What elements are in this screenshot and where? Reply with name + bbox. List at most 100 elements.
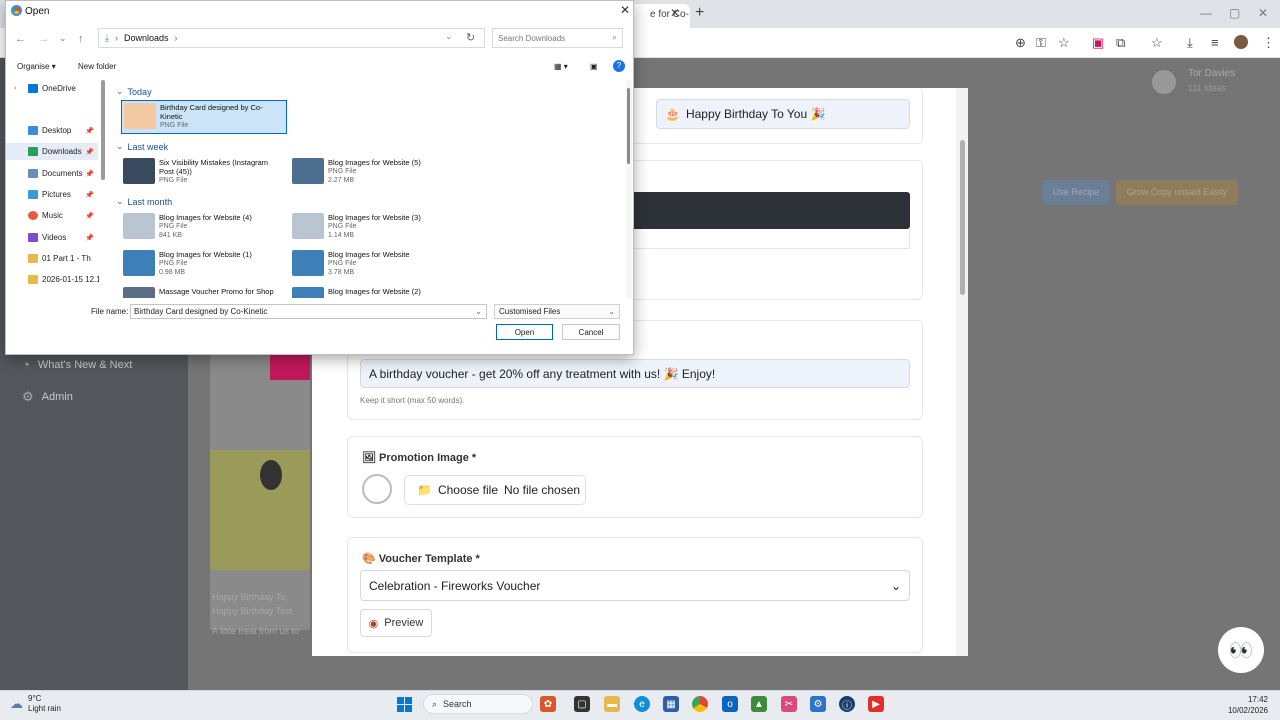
group-header-today[interactable]: ⌄ Today bbox=[116, 86, 152, 97]
app-green-icon[interactable]: ▲ bbox=[751, 696, 767, 712]
organise-menu[interactable]: Organise ▾ bbox=[17, 62, 56, 71]
window-close-button[interactable]: ✕ bbox=[1258, 6, 1268, 20]
file-type-select[interactable]: Customised Files ⌄ bbox=[494, 304, 620, 319]
back-arrow-icon[interactable]: ← bbox=[15, 33, 26, 45]
refresh-icon[interactable]: ↻ bbox=[466, 31, 475, 44]
description-input[interactable]: A birthday voucher - get 20% off any tre… bbox=[360, 359, 910, 388]
taskbar-search-label: Search bbox=[443, 699, 472, 709]
forward-arrow-icon[interactable]: → bbox=[38, 33, 49, 45]
edge-icon[interactable]: e bbox=[634, 696, 650, 712]
maximize-button[interactable]: ▢ bbox=[1229, 6, 1240, 20]
template-select[interactable]: Celebration - Fireworks Voucher ⌄ bbox=[360, 570, 910, 601]
sidebar-item-admin[interactable]: ⚙ Admin bbox=[22, 389, 73, 405]
group-header-last-week[interactable]: ⌄ Last week bbox=[116, 141, 168, 152]
downloads-icon bbox=[28, 147, 38, 156]
password-manager-icon[interactable]: ⓘ bbox=[839, 696, 855, 712]
file-name-input[interactable]: Birthday Card designed by Co-Kinetic ⌄ bbox=[130, 304, 487, 319]
widgets-icon[interactable]: ✿ bbox=[540, 696, 556, 712]
breadcrumb: Downloads bbox=[123, 33, 169, 43]
bookmarks-icon[interactable]: ☆ bbox=[1151, 35, 1163, 51]
file-item[interactable]: Blog Images for Website (4) PNG File 841 K… bbox=[121, 211, 287, 245]
zoom-icon[interactable]: ⊕ bbox=[1015, 35, 1026, 51]
up-arrow-icon[interactable]: ↑ bbox=[78, 33, 84, 45]
help-icon[interactable]: ? bbox=[613, 60, 625, 72]
promo-name-value: Happy Birthday To You 🎉 bbox=[685, 107, 826, 121]
preview-pane-icon[interactable]: ▣ bbox=[590, 62, 598, 71]
file-item[interactable]: Blog Images for Website (2) bbox=[290, 285, 456, 298]
settings-app-icon[interactable]: ⚙ bbox=[810, 696, 826, 712]
windows-start-icon[interactable] bbox=[397, 697, 412, 712]
nav-item-desktop[interactable]: Desktop 📌 bbox=[6, 122, 98, 139]
modal-scrollbar-thumb[interactable] bbox=[960, 140, 965, 295]
file-name: Blog Images for Website (4) bbox=[159, 213, 252, 222]
address-bar[interactable]: ⤓ › Downloads › bbox=[98, 28, 485, 48]
nav-item-music[interactable]: Music 📌 bbox=[6, 207, 98, 224]
download-icon[interactable]: ⤓ bbox=[1187, 35, 1193, 51]
file-item[interactable]: Blog Images for Website (3) PNG File 1.14 … bbox=[290, 211, 456, 245]
file-list-scrollbar-thumb[interactable] bbox=[627, 88, 630, 164]
system-clock[interactable]: 17:42 10/02/2026 bbox=[1200, 694, 1268, 716]
outlook-icon[interactable]: o bbox=[722, 696, 738, 712]
file-item[interactable]: Six Visibility Mistakes (Instagram Post … bbox=[121, 156, 287, 190]
file-name: Blog Images for Website (5) bbox=[328, 158, 421, 167]
file-item[interactable]: Massage Voucher Promo for Shop bbox=[121, 285, 287, 298]
cancel-button[interactable]: Cancel bbox=[562, 324, 620, 340]
choose-file-button[interactable]: 📁 Choose file No file chosen bbox=[404, 475, 586, 505]
nav-item-folder-date[interactable]: 2026-01-15 12.1 bbox=[6, 271, 99, 288]
nav-scrollbar-thumb[interactable] bbox=[101, 80, 105, 180]
nav-item-downloads[interactable]: Downloads 📌 bbox=[6, 143, 98, 160]
nav-label: Documents bbox=[42, 169, 83, 178]
file-item[interactable]: Blog Images for Website (1) PNG File 0.98 … bbox=[121, 248, 287, 282]
task-view-icon[interactable]: ▢ bbox=[574, 696, 590, 712]
extension-badge-icon[interactable]: ▣ bbox=[1092, 35, 1104, 51]
chat-assistant-icon[interactable]: 👀 bbox=[1218, 627, 1264, 673]
chevron-down-icon: ⌄ bbox=[475, 307, 482, 316]
tab-close-icon[interactable]: ✕ bbox=[670, 6, 680, 20]
chrome-taskbar-icon[interactable] bbox=[692, 696, 708, 712]
chevron-down-icon: ⌄ bbox=[890, 578, 901, 593]
nav-item-pictures[interactable]: Pictures 📌 bbox=[6, 186, 98, 203]
reading-list-icon[interactable]: ≡ bbox=[1211, 35, 1219, 50]
avatar[interactable] bbox=[1152, 70, 1176, 94]
new-tab-button[interactable]: + bbox=[695, 4, 704, 22]
youtube-icon[interactable]: ▶ bbox=[868, 696, 884, 712]
search-input[interactable]: Search Downloads ⌕ bbox=[492, 28, 623, 48]
megaphone-icon: ◔ bbox=[22, 357, 30, 372]
music-icon bbox=[28, 211, 38, 220]
weather-widget[interactable]: ☁ 9°C Light rain bbox=[10, 694, 61, 714]
address-dropdown-icon[interactable]: ⌄ bbox=[445, 31, 453, 42]
minimize-button[interactable]: — bbox=[1200, 6, 1212, 20]
password-key-icon[interactable]: ⚿ bbox=[1036, 35, 1046, 51]
sidebar-item-whats-new[interactable]: ◔ What's New & Next bbox=[22, 357, 132, 372]
dialog-close-button[interactable]: ✕ bbox=[620, 3, 630, 17]
store-icon[interactable]: ▦ bbox=[663, 696, 679, 712]
expand-chevron-icon: › bbox=[14, 85, 17, 92]
nav-item-documents[interactable]: Documents 📌 bbox=[6, 165, 98, 182]
new-folder-button[interactable]: New folder bbox=[78, 62, 116, 71]
file-type: PNG File bbox=[159, 177, 188, 184]
use-recipe-button[interactable]: Use Recipe bbox=[1042, 180, 1110, 205]
nav-item-folder-part1[interactable]: 01 Part 1 - Th bbox=[6, 250, 98, 267]
nav-item-onedrive[interactable]: › OneDrive bbox=[6, 80, 98, 97]
snipping-tool-icon[interactable]: ✂ bbox=[781, 696, 797, 712]
taskbar-search[interactable]: ⌕ Search bbox=[423, 694, 533, 714]
promo-name-input[interactable]: 🎂 Happy Birthday To You 🎉 bbox=[656, 99, 910, 129]
file-item[interactable]: Birthday Card designed by Co-Kinetic PNG … bbox=[121, 100, 287, 134]
file-type: PNG File bbox=[160, 122, 189, 129]
extensions-icon[interactable]: ⧉ bbox=[1116, 35, 1125, 51]
preview-button[interactable]: ◉ Preview bbox=[360, 609, 432, 637]
file-item[interactable]: Blog Images for Website (5) PNG File 2.27 … bbox=[290, 156, 456, 190]
file-thumbnail bbox=[123, 213, 155, 239]
group-header-last-month[interactable]: ⌄ Last month bbox=[116, 196, 172, 207]
file-explorer-icon[interactable]: ▬ bbox=[604, 696, 620, 712]
view-options-icon[interactable]: ▦ ▾ bbox=[554, 62, 568, 71]
sidebar-item-label: Admin bbox=[41, 391, 73, 403]
menu-kebab-icon[interactable]: ⋮ bbox=[1262, 35, 1275, 51]
open-button[interactable]: Open bbox=[496, 324, 553, 340]
nav-item-videos[interactable]: Videos 📌 bbox=[6, 229, 98, 246]
copy-button[interactable]: Grow Copy unsaid Easily bbox=[1116, 180, 1238, 205]
profile-avatar-icon[interactable] bbox=[1234, 35, 1248, 49]
bookmark-star-icon[interactable]: ☆ bbox=[1058, 35, 1070, 51]
file-item[interactable]: Blog Images for Website PNG File 3.78 MB bbox=[290, 248, 456, 282]
recent-chevron-icon[interactable]: ⌄ bbox=[59, 33, 67, 44]
